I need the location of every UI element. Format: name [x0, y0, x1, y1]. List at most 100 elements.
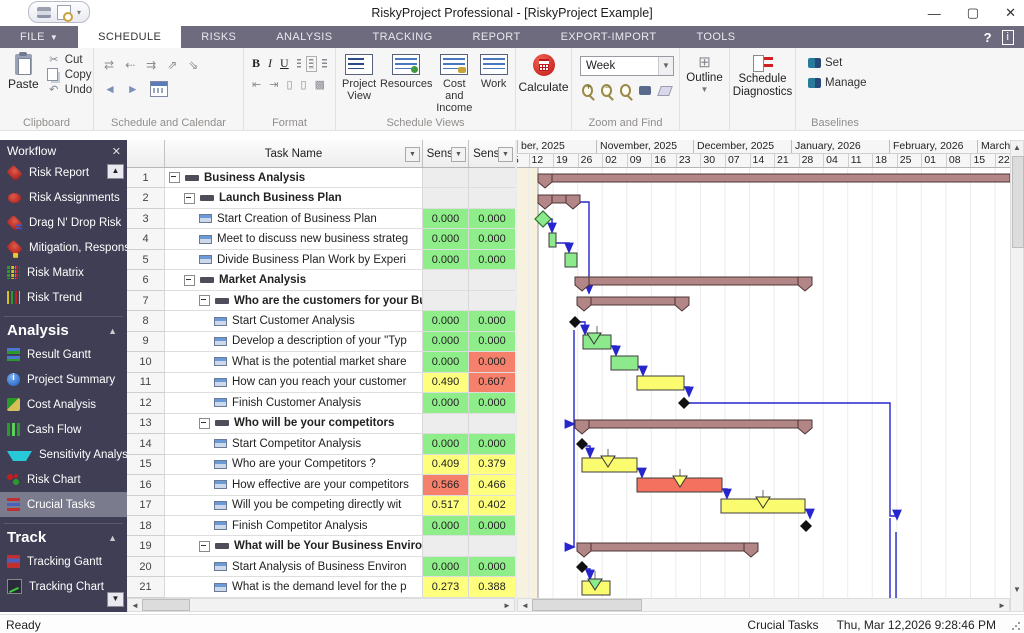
table-row[interactable]: 2 Launch Business Plan [127, 188, 515, 209]
zoom-out-icon[interactable]: − [600, 83, 612, 97]
sidebar-item-sensitivity-analysis[interactable]: Sensitivity Analysis [0, 442, 127, 467]
sens-d-cell[interactable]: 0.000 [423, 434, 469, 455]
tab-analysis[interactable]: ANALYSIS [256, 26, 352, 48]
zoom-period-select[interactable]: Week ▼ [580, 56, 674, 76]
sens-c-cell[interactable]: 0.000 [469, 393, 515, 414]
sidebar-item-risk-chart[interactable]: Risk Chart [0, 467, 127, 492]
sens-c-cell[interactable]: 0.000 [469, 311, 515, 332]
gantt-h-scrollbar-thumb[interactable] [532, 599, 642, 611]
sens-c-cell[interactable]: 0.000 [469, 249, 515, 271]
sens-d-cell[interactable] [423, 168, 469, 189]
table-row[interactable]: 6 Market Analysis [127, 270, 515, 291]
clear-icon[interactable] [657, 85, 673, 96]
link-tasks-icon[interactable]: ⇄ [104, 58, 114, 72]
sidebar-item-cash-flow[interactable]: Cash Flow [0, 417, 127, 442]
move-left-icon[interactable]: ◄ [104, 82, 116, 96]
collapse-task-icon[interactable] [199, 295, 210, 307]
close-button[interactable]: ✕ [1005, 5, 1016, 21]
table-row[interactable]: 7 Who are the customers for your Bu [127, 290, 515, 312]
task-name-cell[interactable]: Start Customer Analysis [165, 311, 423, 332]
task-bar[interactable] [636, 375, 685, 391]
sidebar-item-project-summary[interactable]: Project Summary [0, 367, 127, 392]
scroll-right-icon[interactable]: ► [500, 599, 514, 611]
task-name-cell[interactable]: Start Creation of Business Plan [165, 208, 423, 230]
sidebar-item-risk-assignments[interactable]: Risk Assignments [0, 185, 127, 210]
gantt-v-scrollbar-thumb[interactable] [1012, 156, 1024, 248]
sidebar-section-analysis[interactable]: Analysis ▲ [0, 319, 127, 342]
unlink-tasks-icon[interactable]: ⇠ [125, 58, 135, 72]
sens-c-header[interactable]: Sens,C ▼ [469, 140, 515, 167]
sens-d-cell[interactable]: 0.517 [423, 495, 469, 516]
link-chain-icon[interactable]: ⇉ [146, 58, 156, 72]
table-row[interactable]: 8 Start Customer Analysis 0.000 0.000 [127, 311, 515, 332]
table-row[interactable]: 3 Start Creation of Business Plan 0.000 0.0… [127, 208, 515, 230]
sidebar-item-risk-matrix[interactable]: Risk Matrix [0, 260, 127, 285]
scroll-left-icon[interactable]: ◄ [128, 599, 142, 611]
table-row[interactable]: 18 Finish Competitor Analysis 0.000 0.000 [127, 515, 515, 537]
task-name-cell[interactable]: Market Analysis [165, 270, 423, 291]
sens-d-cell[interactable]: 0.000 [423, 515, 469, 537]
sens-d-cell[interactable] [423, 270, 469, 291]
bold-button[interactable]: B [252, 56, 260, 71]
sens-d-header[interactable]: Sens,D ▼ [423, 140, 469, 167]
table-h-scrollbar[interactable]: ◄ ► [127, 598, 515, 612]
task-name-cell[interactable]: Start Analysis of Business Environ [165, 556, 423, 578]
split-task-icon[interactable]: ⇗ [167, 58, 177, 72]
zoom-in-icon[interactable]: + [582, 83, 593, 97]
sens-c-cell[interactable]: 0.466 [469, 475, 515, 496]
sens-c-cell[interactable] [469, 168, 515, 189]
sens-c-cell[interactable]: 0.000 [469, 229, 515, 250]
milestone-diamond[interactable] [678, 397, 690, 409]
tab-file[interactable]: FILE ▼ [0, 26, 78, 48]
align-center-button[interactable] [306, 55, 318, 72]
milestone-diamond[interactable] [569, 316, 581, 328]
gantt-scroll-right-icon[interactable]: ► [995, 599, 1009, 611]
resize-grip[interactable] [1011, 621, 1021, 631]
cost-and-income-button[interactable]: Cost and Income [436, 54, 472, 114]
work-button[interactable]: Work [478, 54, 509, 114]
calendar-icon[interactable] [149, 81, 168, 97]
sens-d-cell[interactable]: 0.490 [423, 372, 469, 394]
gantt-h-scrollbar[interactable]: ◄ ► [517, 598, 1010, 612]
move-right-icon[interactable]: ► [127, 82, 139, 96]
task-bar[interactable] [564, 252, 578, 268]
format-cells-icon[interactable]: ▩ [315, 78, 325, 91]
sens-d-cell[interactable]: 0.566 [423, 475, 469, 496]
sidebar-item-risk-trend[interactable]: Risk Trend [0, 285, 127, 310]
sens-d-cell[interactable] [423, 290, 469, 312]
sens-d-cell[interactable]: 0.000 [423, 331, 469, 353]
table-row[interactable]: 20 Start Analysis of Business Environ 0.00… [127, 556, 515, 578]
milestone-diamond[interactable] [800, 520, 812, 532]
manage-baselines-button[interactable]: Manage [806, 76, 870, 90]
summary-bar[interactable] [537, 173, 1010, 183]
close-panel-icon[interactable]: ✕ [112, 145, 121, 158]
task-bar[interactable] [548, 232, 557, 248]
join-task-icon[interactable]: ⇘ [188, 58, 198, 72]
collapse-task-icon[interactable] [199, 540, 210, 552]
sidebar-item-result-gantt[interactable]: Result Gantt [0, 342, 127, 367]
resources-button[interactable]: Resources [380, 54, 433, 114]
tab-report[interactable]: REPORT [453, 26, 541, 48]
task-name-cell[interactable]: Who are your Competitors ? [165, 454, 423, 476]
sidebar-scroll-down-button[interactable]: ▼ [107, 592, 124, 607]
collapse-section-icon[interactable]: ▲ [108, 326, 117, 336]
table-row[interactable]: 16 How effective are your competitors 0.56… [127, 475, 515, 496]
underline-button[interactable]: U [280, 56, 289, 71]
sidebar-item-drag-n-drop-risk[interactable]: Drag N' Drop Risk [0, 210, 127, 235]
zoom-select-icon[interactable] [619, 84, 631, 97]
task-name-cell[interactable]: Launch Business Plan [165, 188, 423, 209]
sens-c-cell[interactable]: 0.402 [469, 495, 515, 516]
zoom-period-dropdown-icon[interactable]: ▼ [658, 57, 673, 75]
sens-c-cell[interactable]: 0.000 [469, 352, 515, 373]
collapse-task-icon[interactable] [184, 274, 195, 286]
sens-c-cell[interactable]: 0.607 [469, 372, 515, 394]
tab-schedule[interactable]: SCHEDULE [78, 26, 182, 48]
sens-d-cell[interactable]: 0.000 [423, 208, 469, 230]
collapse-task-icon[interactable] [184, 192, 195, 204]
maximize-button[interactable]: ▢ [967, 5, 979, 21]
summary-bar[interactable] [576, 542, 759, 552]
task-name-cell[interactable]: What is the potential market share [165, 352, 423, 373]
gantt-body[interactable] [517, 168, 1010, 598]
insert-column-icon[interactable]: ▯ [286, 78, 292, 91]
sens-d-cell[interactable]: 0.000 [423, 393, 469, 414]
